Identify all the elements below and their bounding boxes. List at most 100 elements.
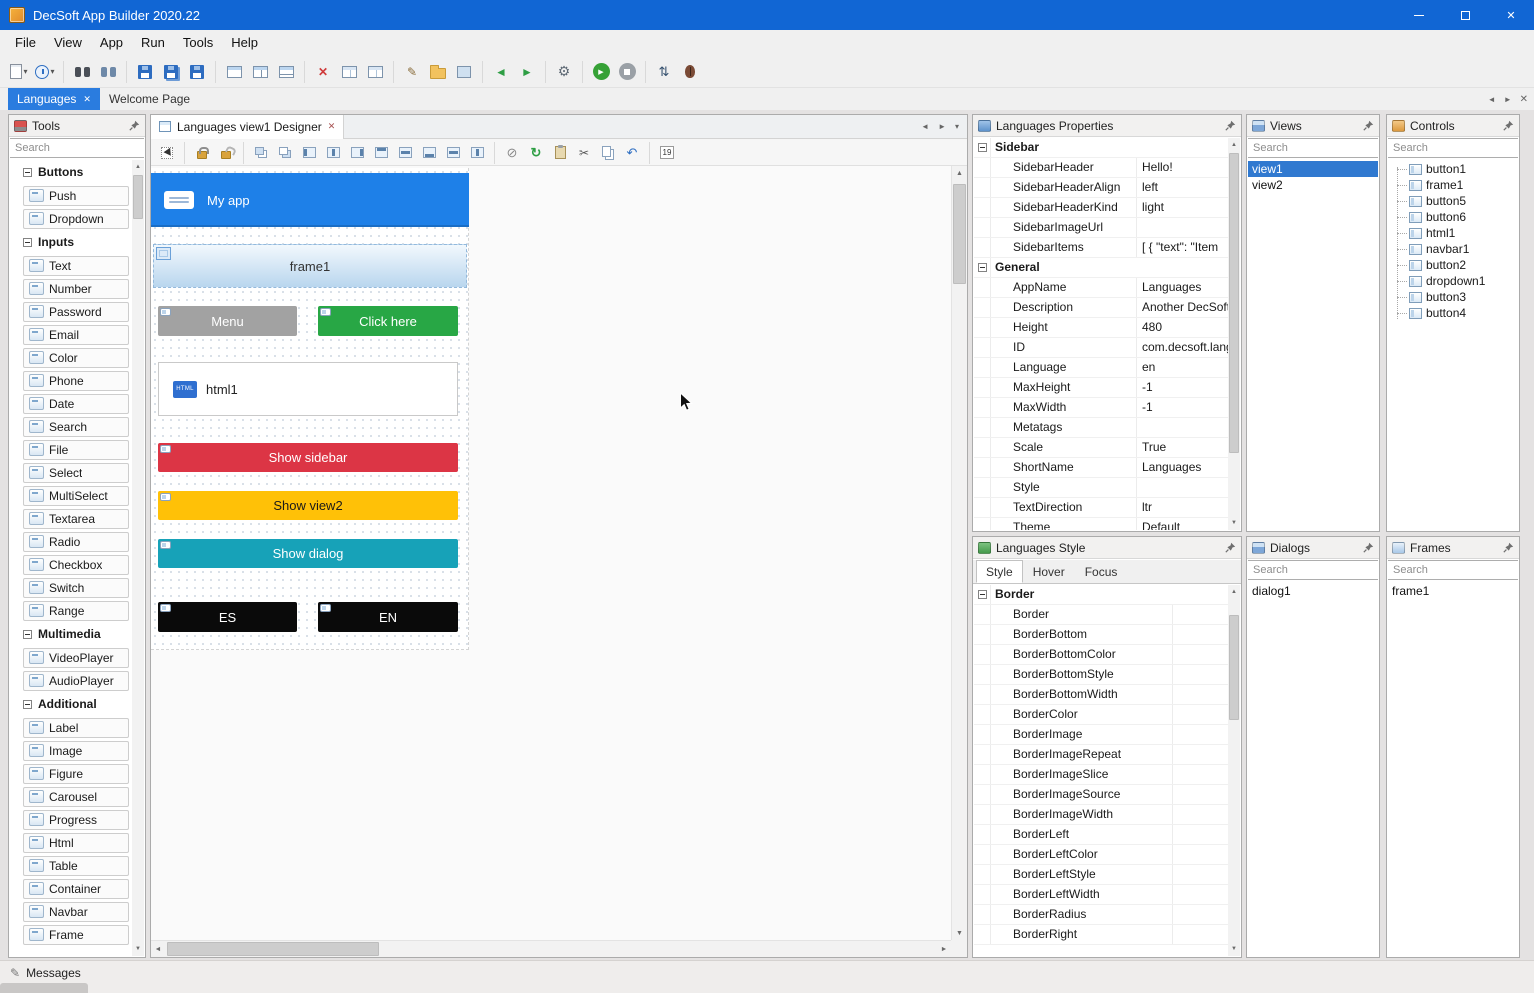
style-tab[interactable]: Focus — [1075, 560, 1128, 583]
align-bottom-button[interactable] — [417, 141, 441, 165]
scrollbar-thumb[interactable] — [953, 184, 966, 284]
view-item[interactable]: view1 — [1248, 161, 1378, 177]
tool-entry[interactable]: Figure — [23, 762, 132, 785]
property-row[interactable]: SidebarHeaderAlign left — [974, 178, 1228, 198]
tool-entry[interactable]: Radio — [23, 530, 132, 553]
align-middle-button[interactable] — [393, 141, 417, 165]
debug-button[interactable] — [677, 59, 703, 85]
style-property-value[interactable] — [1173, 805, 1228, 824]
scroll-up-icon[interactable]: ▲ — [952, 166, 967, 180]
data-grid-button[interactable] — [336, 59, 362, 85]
scroll-down-icon[interactable]: ▼ — [1228, 516, 1240, 530]
save-as-button[interactable] — [184, 59, 210, 85]
import-button[interactable]: ◄ — [488, 59, 514, 85]
maximize-button[interactable] — [1442, 0, 1488, 30]
pin-icon[interactable] — [1363, 542, 1374, 553]
tool-entry[interactable]: Table — [23, 854, 132, 877]
search-button[interactable] — [69, 59, 95, 85]
lock-button[interactable] — [190, 141, 214, 165]
control-item[interactable]: button4 — [1401, 305, 1518, 321]
property-row[interactable]: SidebarHeaderKind light — [974, 198, 1228, 218]
dialog-item[interactable]: dialog1 — [1248, 583, 1378, 599]
style-row[interactable]: BorderImage — [974, 725, 1228, 745]
property-row[interactable]: Theme Default — [974, 518, 1228, 530]
style-property-value[interactable] — [1173, 765, 1228, 784]
tool-entry[interactable]: Push — [23, 184, 132, 207]
tool-entry[interactable]: Additional — [23, 692, 132, 716]
property-value[interactable]: en — [1137, 358, 1228, 377]
style-tab[interactable]: Style — [976, 560, 1023, 583]
design-canvas[interactable]: My app frame1 Menu Click here — [151, 166, 951, 940]
tab-menu-icon[interactable]: ▾ — [955, 122, 959, 131]
style-row[interactable]: BorderRight — [974, 925, 1228, 945]
canvas-frame1[interactable]: frame1 — [153, 244, 467, 288]
close-designer-tab-icon[interactable]: ✕ — [328, 121, 336, 132]
control-item[interactable]: button2 — [1401, 257, 1518, 273]
document-tab[interactable]: Languages ✕ — [8, 88, 100, 110]
messages-grip[interactable] — [0, 983, 88, 993]
views-search-input[interactable] — [1248, 138, 1378, 158]
prev-tab-icon[interactable]: ◄ — [921, 122, 929, 131]
style-row[interactable]: BorderLeft — [974, 825, 1228, 845]
canvas-navbar1[interactable]: My app — [151, 173, 469, 227]
tool-entry[interactable]: Progress — [23, 808, 132, 831]
tool-entry[interactable]: Search — [23, 415, 132, 438]
scroll-down-icon[interactable]: ▼ — [952, 926, 967, 940]
style-property-value[interactable] — [1173, 705, 1228, 724]
close-tab-icon[interactable]: ✕ — [83, 94, 91, 105]
tool-entry[interactable]: AudioPlayer — [23, 669, 132, 692]
minimize-button[interactable] — [1396, 0, 1442, 30]
unlock-button[interactable] — [214, 141, 238, 165]
component-handle-icon[interactable] — [160, 604, 171, 612]
style-property-value[interactable] — [1173, 865, 1228, 884]
scroll-left-icon[interactable]: ◄ — [151, 941, 165, 957]
menu-item[interactable]: Help — [222, 30, 267, 56]
controls-search-input[interactable] — [1388, 138, 1518, 158]
style-tab[interactable]: Hover — [1023, 560, 1075, 583]
scrollbar-thumb[interactable] — [133, 175, 143, 219]
property-value[interactable]: ltr — [1137, 498, 1228, 517]
property-row[interactable]: Description Another DecSoft A — [974, 298, 1228, 318]
collapse-icon[interactable] — [23, 700, 32, 709]
close-button[interactable]: ✕ — [1488, 0, 1534, 30]
component-handle-icon[interactable] — [160, 541, 171, 549]
canvas-button-show-dialog[interactable]: Show dialog — [158, 539, 458, 568]
property-row[interactable]: Metatags — [974, 418, 1228, 438]
tools-scrollbar[interactable]: ▲ ▼ — [132, 160, 144, 956]
delete-button[interactable]: ✕ — [310, 59, 336, 85]
tool-entry[interactable]: Navbar — [23, 900, 132, 923]
collapse-icon[interactable] — [23, 630, 32, 639]
align-top-button[interactable] — [369, 141, 393, 165]
component-handle-icon[interactable] — [320, 308, 331, 316]
component-handle-icon[interactable] — [160, 445, 171, 453]
style-property-value[interactable] — [1173, 905, 1228, 924]
align-right-button[interactable] — [345, 141, 369, 165]
layout-split-v-button[interactable] — [247, 59, 273, 85]
style-property-value[interactable] — [1173, 885, 1228, 904]
property-value[interactable]: 480 — [1137, 318, 1228, 337]
same-width-button[interactable] — [441, 141, 465, 165]
canvas-button-show-view2[interactable]: Show view2 — [158, 491, 458, 520]
menu-item[interactable]: Run — [132, 30, 174, 56]
property-row[interactable]: Sidebar — [974, 138, 1228, 158]
control-item[interactable]: html1 — [1401, 225, 1518, 241]
property-value[interactable]: Default — [1137, 518, 1228, 530]
canvas-button-show-sidebar[interactable]: Show sidebar — [158, 443, 458, 472]
pin-icon[interactable] — [1503, 120, 1514, 131]
collapse-icon[interactable] — [978, 590, 987, 599]
pin-icon[interactable] — [1363, 120, 1374, 131]
pin-icon[interactable] — [129, 120, 140, 131]
tool-entry[interactable]: MultiSelect — [23, 484, 132, 507]
property-row[interactable]: SidebarItems [ { "text": "Item — [974, 238, 1228, 258]
style-property-value[interactable] — [1173, 645, 1228, 664]
property-value[interactable] — [1137, 478, 1228, 497]
style-property-value[interactable] — [1173, 665, 1228, 684]
frame-item[interactable]: frame1 — [1388, 583, 1518, 599]
style-row[interactable]: BorderBottomWidth — [974, 685, 1228, 705]
tool-entry[interactable]: Inputs — [23, 230, 132, 254]
options-button[interactable]: ⚙ — [551, 59, 577, 85]
canvas-vscrollbar[interactable]: ▲ ▼ — [951, 166, 967, 940]
scrollbar-thumb[interactable] — [1229, 615, 1239, 720]
run-app-button[interactable]: ▶ — [588, 59, 614, 85]
property-value[interactable]: Another DecSoft A — [1137, 298, 1228, 317]
